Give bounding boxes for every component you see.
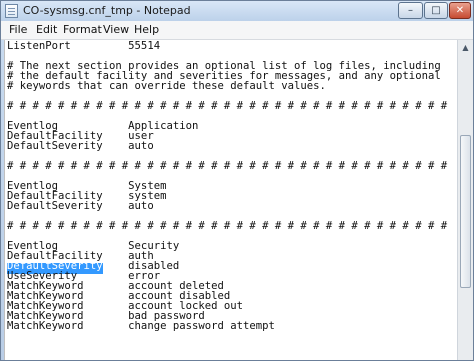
- menu-edit[interactable]: Edit: [36, 23, 57, 36]
- close-button[interactable]: ✕: [449, 2, 471, 19]
- scroll-up-arrow-icon[interactable]: ▲: [459, 40, 472, 56]
- minimize-button[interactable]: –: [398, 2, 423, 19]
- editor-line: # # # # # # # # # # # # # # # # # # # # …: [7, 160, 448, 172]
- menu-view[interactable]: View: [103, 23, 129, 36]
- text-editor[interactable]: ListenPort 55514 # The next section prov…: [4, 40, 457, 360]
- editor-line: DefaultSeverity auto: [7, 200, 154, 212]
- menu-bar: File Edit Format View Help: [1, 21, 473, 40]
- editor-line: # # # # # # # # # # # # # # # # # # # # …: [7, 220, 448, 232]
- scroll-thumb[interactable]: [460, 135, 471, 288]
- editor-line: DefaultSeverity auto: [7, 140, 154, 152]
- editor-line: # # # # # # # # # # # # # # # # # # # # …: [7, 100, 448, 112]
- window-title: CO-sysmsg.cnf_tmp - Notepad: [23, 4, 191, 17]
- maximize-button[interactable]: □: [424, 2, 448, 19]
- vertical-scrollbar[interactable]: ▲: [457, 40, 473, 360]
- menu-help[interactable]: Help: [134, 23, 159, 36]
- editor-line: MatchKeyword change password attempt: [7, 320, 275, 332]
- notepad-icon[interactable]: [5, 4, 18, 18]
- menu-format[interactable]: Format: [63, 23, 102, 36]
- editor-line: ListenPort 55514: [7, 40, 161, 52]
- editor-line: # keywords that can override these defau…: [7, 80, 326, 92]
- title-bar[interactable]: CO-sysmsg.cnf_tmp - Notepad – □ ✕: [1, 1, 473, 21]
- menu-file[interactable]: File: [9, 23, 27, 36]
- notepad-window: CO-sysmsg.cnf_tmp - Notepad – □ ✕ File E…: [0, 0, 474, 361]
